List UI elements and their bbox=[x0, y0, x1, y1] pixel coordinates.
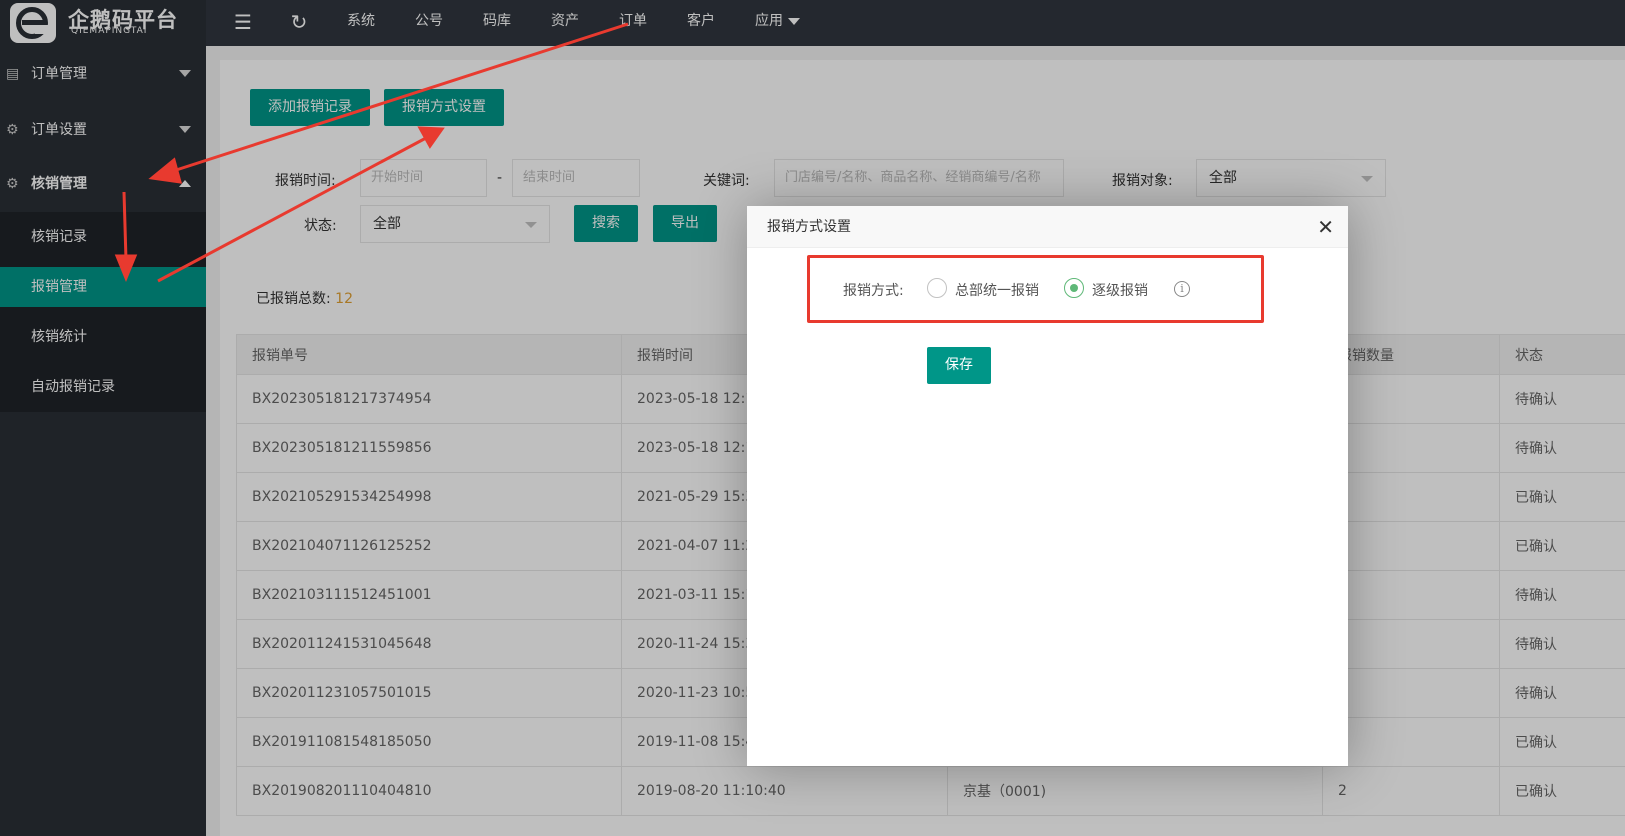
dialog-title: 报销方式设置 bbox=[767, 219, 851, 235]
dialog-header: 报销方式设置 ✕ bbox=[747, 206, 1348, 248]
info-icon[interactable]: i bbox=[1174, 281, 1190, 297]
reimbursement-settings-dialog: 报销方式设置 ✕ 报销方式: 总部统一报销 逐级报销 i 保存 bbox=[747, 206, 1348, 766]
method-label: 报销方式: bbox=[843, 283, 904, 299]
radio-unified[interactable] bbox=[927, 278, 947, 298]
close-icon[interactable]: ✕ bbox=[1317, 206, 1334, 248]
radio-level-by-level-label[interactable]: 逐级报销 bbox=[1092, 280, 1148, 300]
radio-level-by-level[interactable] bbox=[1064, 278, 1084, 298]
radio-unified-label[interactable]: 总部统一报销 bbox=[955, 280, 1039, 300]
save-button[interactable]: 保存 bbox=[927, 347, 991, 384]
